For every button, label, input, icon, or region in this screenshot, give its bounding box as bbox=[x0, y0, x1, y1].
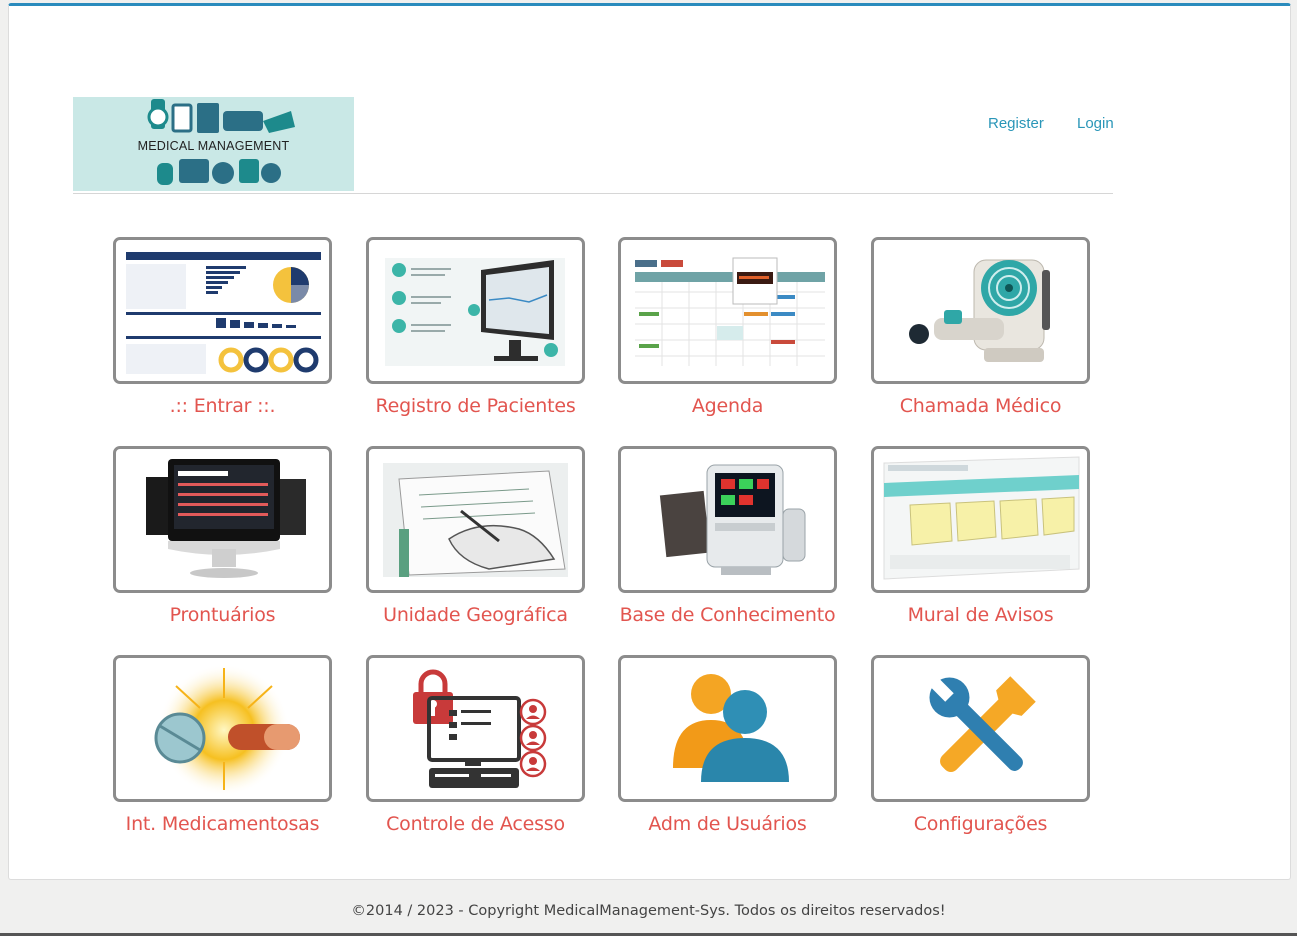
brand-logo[interactable]: MEDICAL MANAGEMENT bbox=[73, 97, 354, 191]
pill-burst-icon[interactable] bbox=[113, 655, 332, 802]
sticky-notes-icon[interactable] bbox=[871, 446, 1090, 593]
tile-prontuarios[interactable]: Prontuários bbox=[113, 446, 332, 626]
tile-label[interactable]: Base de Conhecimento bbox=[618, 604, 837, 626]
calendar-icon[interactable] bbox=[618, 237, 837, 384]
tile-registro-pacientes[interactable]: Registro de Pacientes bbox=[366, 237, 585, 417]
tile-label[interactable]: Registro de Pacientes bbox=[366, 395, 585, 417]
tile-label[interactable]: Chamada Médico bbox=[871, 395, 1090, 417]
login-link[interactable]: Login bbox=[1077, 115, 1114, 132]
header-divider bbox=[73, 193, 1113, 194]
tile-label[interactable]: Adm de Usuários bbox=[618, 813, 837, 835]
tile-unidade-geografica[interactable]: Unidade Geográfica bbox=[366, 446, 585, 626]
dashboard-icon[interactable] bbox=[113, 237, 332, 384]
medical-device-icon[interactable] bbox=[871, 237, 1090, 384]
register-link[interactable]: Register bbox=[988, 115, 1044, 132]
tile-label[interactable]: Agenda bbox=[618, 395, 837, 417]
footer-copyright: ©2014 / 2023 - Copyright MedicalManageme… bbox=[351, 903, 946, 919]
tile-controle-acesso[interactable]: Controle de Acesso bbox=[366, 655, 585, 835]
tile-entrar[interactable]: .:: Entrar ::. bbox=[113, 237, 332, 417]
tile-int-medicamentosas[interactable]: Int. Medicamentosas bbox=[113, 655, 332, 835]
hand-writing-icon[interactable] bbox=[366, 446, 585, 593]
tile-label[interactable]: Controle de Acesso bbox=[366, 813, 585, 835]
tile-chamada-medico[interactable]: Chamada Médico bbox=[871, 237, 1090, 417]
tile-base-conhecimento[interactable]: Base de Conhecimento bbox=[618, 446, 837, 626]
tile-agenda[interactable]: Agenda bbox=[618, 237, 837, 417]
tile-adm-usuarios[interactable]: Adm de Usuários bbox=[618, 655, 837, 835]
patient-monitor-icon[interactable] bbox=[618, 446, 837, 593]
tile-label[interactable]: Configurações bbox=[871, 813, 1090, 835]
logo-text: MEDICAL MANAGEMENT bbox=[137, 139, 290, 153]
login-link-wrap: Login bbox=[1077, 115, 1114, 133]
register-link-wrap: Register bbox=[988, 115, 1044, 133]
tile-configuracoes[interactable]: Configurações bbox=[871, 655, 1090, 835]
access-control-icon[interactable] bbox=[366, 655, 585, 802]
users-icon[interactable] bbox=[618, 655, 837, 802]
patient-registry-icon[interactable] bbox=[366, 237, 585, 384]
tile-mural-avisos[interactable]: Mural de Avisos bbox=[871, 446, 1090, 626]
tile-label[interactable]: Prontuários bbox=[113, 604, 332, 626]
tools-icon[interactable] bbox=[871, 655, 1090, 802]
tile-label[interactable]: Unidade Geográfica bbox=[366, 604, 585, 626]
monitor-records-icon[interactable] bbox=[113, 446, 332, 593]
tile-label[interactable]: Mural de Avisos bbox=[871, 604, 1090, 626]
tile-label[interactable]: Int. Medicamentosas bbox=[113, 813, 332, 835]
tile-label[interactable]: .:: Entrar ::. bbox=[113, 395, 332, 417]
